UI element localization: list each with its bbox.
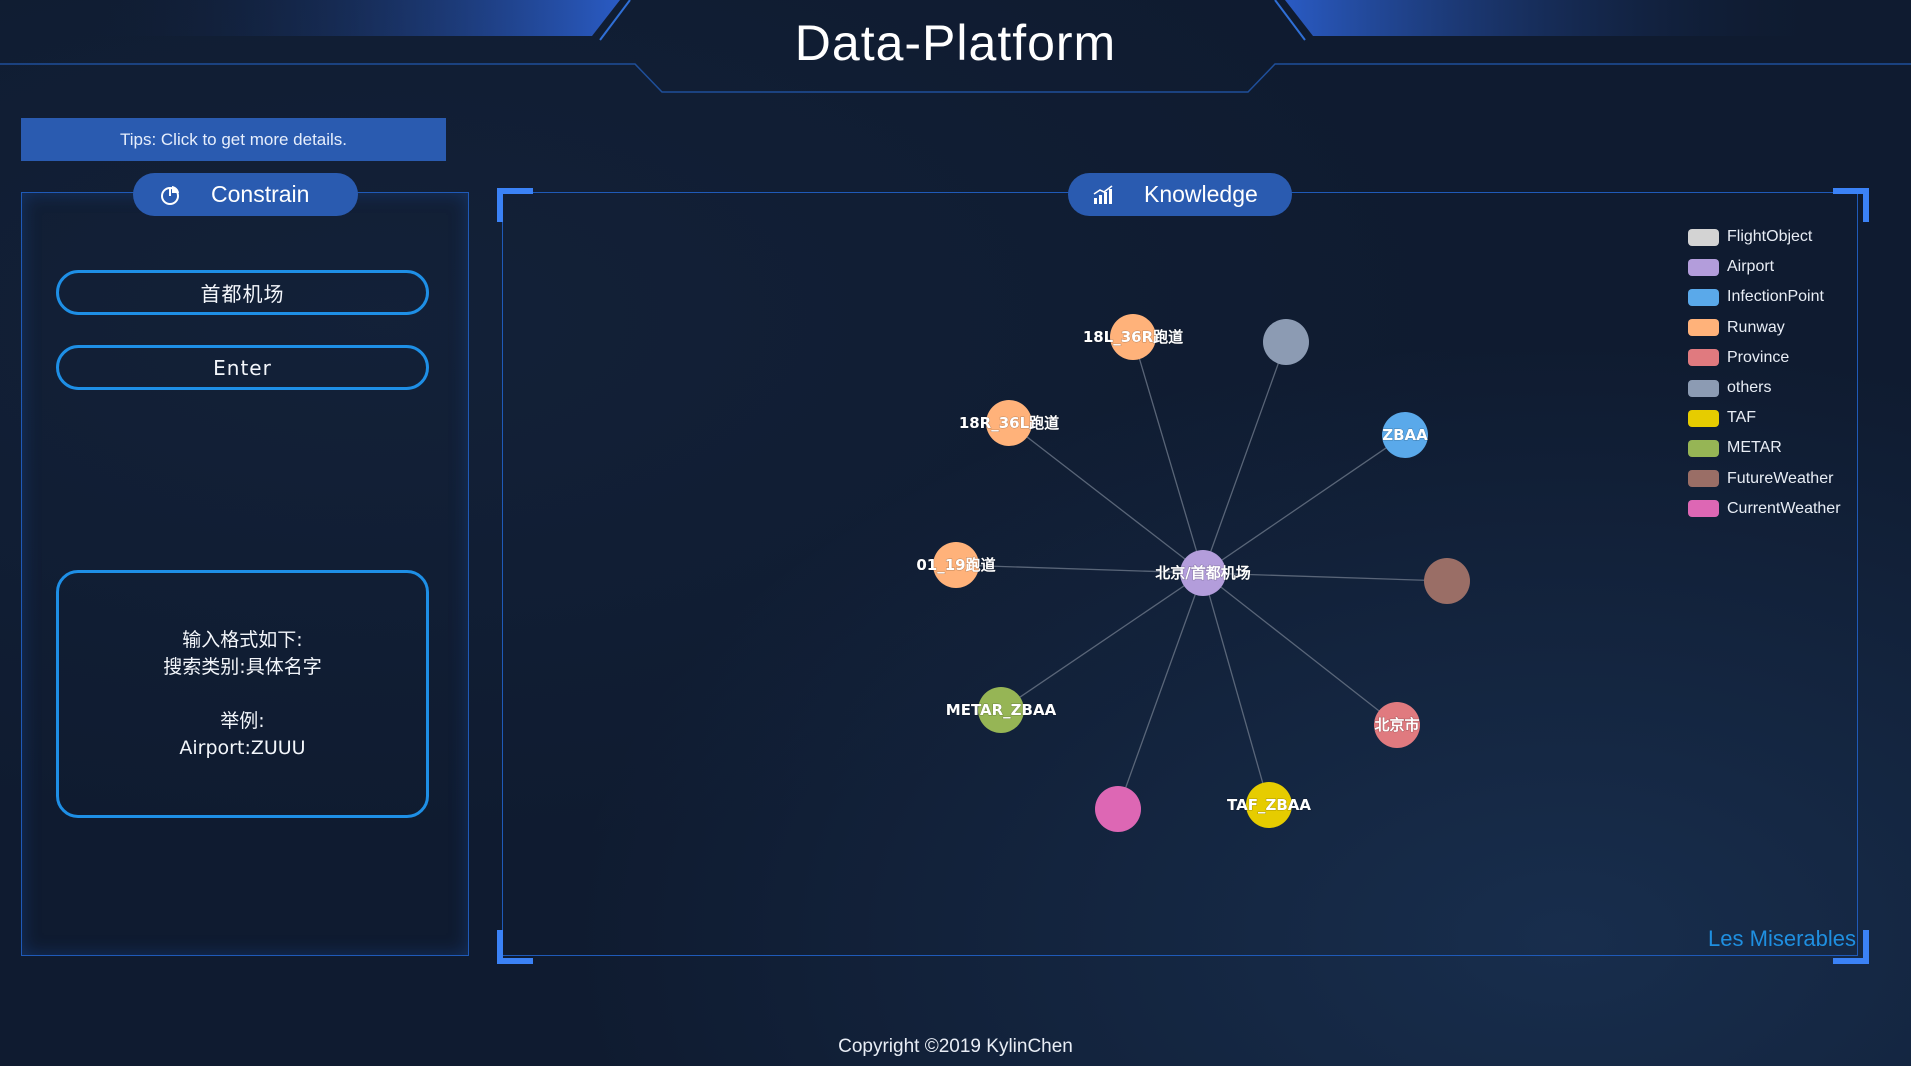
- graph-node-label: ZBAA: [1382, 426, 1428, 444]
- graph-node[interactable]: [1095, 786, 1141, 832]
- legend-label: METAR: [1727, 439, 1782, 457]
- legend-swatch: [1688, 409, 1719, 427]
- legend-swatch: [1688, 500, 1719, 518]
- graph-node-label: 北京/首都机场: [1155, 564, 1250, 582]
- graph-node-label: METAR_ZBAA: [946, 701, 1057, 719]
- legend-label: InfectionPoint: [1727, 288, 1824, 306]
- legend-item[interactable]: CurrentWeather: [1688, 494, 1841, 524]
- legend-item[interactable]: Province: [1688, 343, 1841, 373]
- legend-swatch: [1688, 288, 1719, 306]
- graph-edge: [1202, 341, 1287, 574]
- legend-label: FlightObject: [1727, 228, 1813, 246]
- legend-item[interactable]: Airport: [1688, 252, 1841, 282]
- legend-swatch: [1688, 228, 1719, 246]
- legend-swatch: [1688, 319, 1719, 337]
- graph-edge: [1000, 572, 1204, 711]
- graph-node[interactable]: [1263, 319, 1309, 365]
- legend-swatch: [1688, 470, 1719, 488]
- legend-label: Airport: [1727, 258, 1775, 276]
- legend-item[interactable]: others: [1688, 373, 1841, 403]
- legend-swatch: [1688, 379, 1719, 397]
- legend-item[interactable]: METAR: [1688, 433, 1841, 463]
- legend-label: CurrentWeather: [1727, 499, 1841, 517]
- footer-copyright: Copyright ©2019 KylinChen: [838, 1036, 1073, 1057]
- graph-node-label: 18R_36L跑道: [959, 414, 1059, 432]
- graph-caption: Les Miserables: [1708, 926, 1856, 951]
- graph-node[interactable]: [1424, 558, 1470, 604]
- legend-item[interactable]: TAF: [1688, 403, 1841, 433]
- legend-swatch: [1688, 258, 1719, 276]
- legend-swatch: [1688, 439, 1719, 457]
- legend-label: TAF: [1727, 409, 1757, 427]
- knowledge-graph[interactable]: 18L_36R跑道 ZBAA 北京市 TAF_ZBAA METAR_ZBAA 01_19跑…: [0, 0, 1911, 1066]
- graph-edge: [1132, 336, 1204, 574]
- graph-edge: [1008, 422, 1204, 574]
- graph-node-label: 北京市: [1374, 716, 1419, 734]
- legend-label: Runway: [1727, 318, 1785, 336]
- graph-node-label: 01_19跑道: [916, 556, 995, 574]
- graph-edge: [1117, 572, 1204, 810]
- legend-item[interactable]: FlightObject: [1688, 222, 1841, 252]
- graph-node-label: TAF_ZBAA: [1227, 796, 1311, 814]
- legend-item[interactable]: FutureWeather: [1688, 464, 1841, 494]
- graph-legend: FlightObject Airport InfectionPoint Runw…: [1688, 222, 1841, 524]
- legend-label: others: [1727, 379, 1772, 397]
- graph-edge: [1202, 572, 1398, 726]
- legend-swatch: [1688, 349, 1719, 367]
- graph-edge: [1202, 434, 1406, 574]
- graph-node-label: 18L_36R跑道: [1083, 328, 1183, 346]
- legend-item[interactable]: InfectionPoint: [1688, 282, 1841, 312]
- legend-item[interactable]: Runway: [1688, 313, 1841, 343]
- graph-edge: [1202, 572, 1270, 806]
- data-platform-page: Data-Platform Tips: Click to get more de…: [0, 0, 1911, 1066]
- legend-label: FutureWeather: [1727, 469, 1834, 487]
- legend-label: Province: [1727, 348, 1790, 366]
